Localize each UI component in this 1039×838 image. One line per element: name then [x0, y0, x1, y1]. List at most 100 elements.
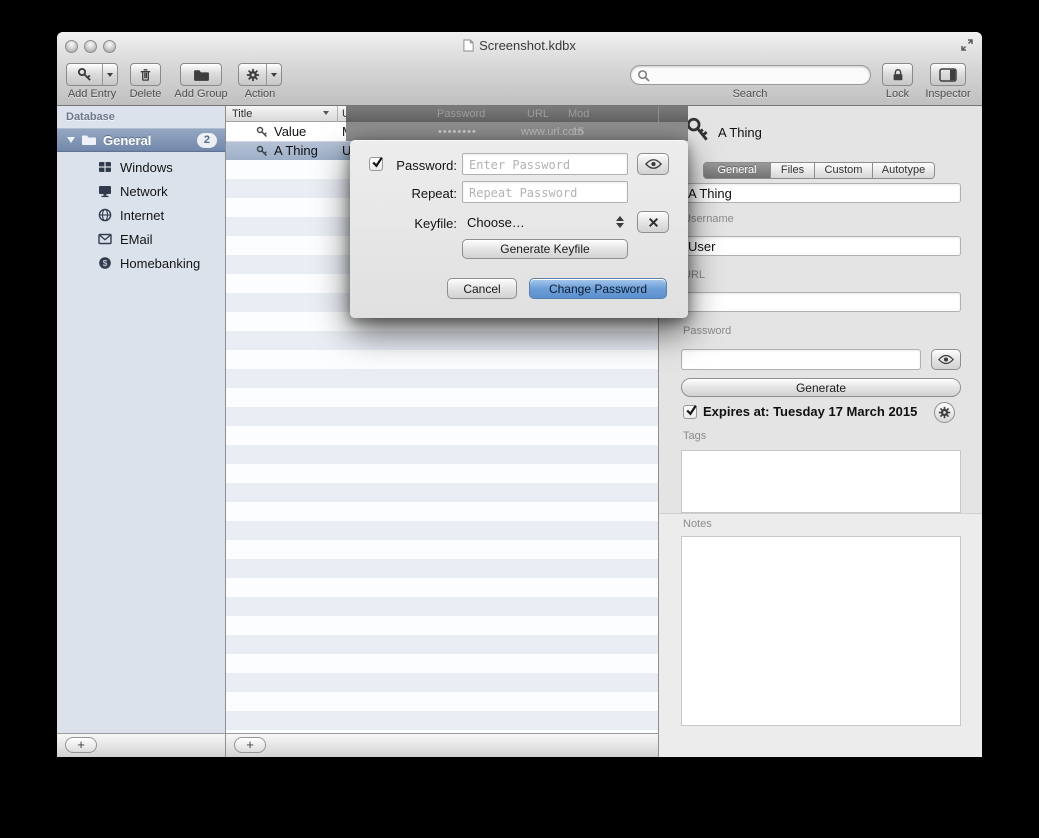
url-field[interactable]: [681, 292, 961, 312]
search-icon: [637, 69, 650, 82]
add-entry-dropdown[interactable]: [102, 64, 117, 85]
dialog-password-input[interactable]: [462, 153, 628, 175]
title-field[interactable]: [681, 183, 961, 203]
sidebar-item-label: Homebanking: [120, 256, 200, 271]
search-box[interactable]: [630, 65, 871, 85]
sidebar-item-homebanking[interactable]: $ Homebanking: [57, 251, 226, 275]
change-password-dialog: Password: Repeat: Keyfile: Choose… Gener…: [350, 140, 688, 318]
add-entry-button[interactable]: [66, 63, 118, 86]
password-label: Password: [683, 325, 731, 337]
dialog-repeat-input[interactable]: [462, 181, 628, 203]
tab-autotype[interactable]: Autotype: [872, 163, 934, 178]
eye-icon: [645, 158, 662, 170]
fullscreen-icon[interactable]: [960, 38, 974, 57]
username-label: Username: [683, 213, 734, 225]
tags-field[interactable]: [681, 450, 961, 513]
action-dropdown[interactable]: [266, 64, 281, 85]
column-header-modified: Mod: [568, 108, 589, 120]
sidebar-item-label: EMail: [120, 232, 153, 247]
internet-globe-icon: [98, 208, 112, 222]
dimmed-row-values: •••••••• www.url.com 15: [346, 122, 688, 141]
email-envelope-icon: [98, 233, 112, 245]
sidebar-section-header: Database: [66, 111, 115, 123]
dialog-keyfile-label: Keyfile:: [370, 216, 457, 231]
tab-general[interactable]: General: [704, 163, 770, 178]
keyfile-popup-button[interactable]: Choose…: [462, 211, 632, 233]
inspector-panel-icon: [939, 68, 957, 82]
cancel-button[interactable]: Cancel: [447, 278, 517, 299]
network-icon: [98, 184, 112, 198]
gear-icon: [938, 406, 951, 419]
key-icon: [685, 116, 711, 149]
disclosure-triangle-icon[interactable]: [67, 137, 75, 143]
sidebar-item-email[interactable]: EMail: [57, 227, 226, 251]
notes-label: Notes: [683, 518, 712, 530]
inspector-tabs: General Files Custom Autotype: [703, 162, 935, 179]
trash-icon: [138, 67, 153, 82]
inspector-button[interactable]: [930, 63, 966, 86]
add-group-plus-button[interactable]: +: [65, 737, 97, 753]
action-button[interactable]: [238, 63, 282, 86]
expires-label: Expires at: Tuesday 17 March 2015: [703, 404, 917, 419]
username-field[interactable]: [681, 236, 961, 256]
sidebar-item-network[interactable]: Network: [57, 179, 226, 203]
tab-custom[interactable]: Custom: [814, 163, 872, 178]
add-group-label: Add Group: [166, 88, 236, 101]
notes-field[interactable]: [681, 536, 961, 726]
gear-icon: [239, 64, 266, 85]
popup-stepper-icon: [616, 216, 624, 228]
dialog-repeat-label: Repeat:: [370, 186, 457, 201]
eye-icon: [938, 354, 954, 365]
svg-text:$: $: [103, 258, 108, 268]
key-icon: [67, 64, 102, 85]
folder-icon: [193, 68, 210, 82]
key-icon: [256, 145, 268, 157]
window-title-area: Screenshot.kdbx: [57, 38, 982, 54]
dimmed-column-headers: Password URL Mod: [346, 106, 688, 122]
sidebar-item-internet[interactable]: Internet: [57, 203, 226, 227]
folder-icon: [81, 134, 97, 146]
chevron-down-icon: [271, 73, 277, 77]
sidebar-list-divider[interactable]: [225, 106, 226, 757]
lock-icon: [891, 68, 905, 82]
sidebar-item-windows[interactable]: Windows: [57, 155, 226, 179]
delete-button[interactable]: [130, 63, 161, 86]
close-x-icon: [648, 217, 659, 228]
inspector-label: Inspector: [915, 88, 981, 101]
dialog-reveal-password-button[interactable]: [637, 153, 669, 175]
column-header-url: URL: [527, 108, 549, 120]
tags-label: Tags: [683, 430, 706, 442]
generate-password-button[interactable]: Generate: [681, 378, 961, 397]
column-header-title[interactable]: Title: [232, 108, 252, 120]
generate-keyfile-button[interactable]: Generate Keyfile: [462, 239, 628, 259]
add-group-button[interactable]: [180, 63, 222, 86]
change-password-button[interactable]: Change Password: [529, 278, 667, 299]
chevron-down-icon: [107, 73, 113, 77]
password-field[interactable]: [681, 349, 921, 370]
dialog-password-label: Password:: [370, 158, 457, 173]
lock-button[interactable]: [882, 63, 913, 86]
keyfile-popup-value: Choose…: [467, 215, 525, 230]
expires-settings-button[interactable]: [934, 402, 955, 423]
sidebar-group-general[interactable]: General 2: [57, 128, 226, 152]
clear-keyfile-button[interactable]: [637, 211, 669, 233]
window-title: Screenshot.kdbx: [479, 38, 576, 53]
inspector-entry-title: A Thing: [718, 125, 762, 140]
entry-modified: 15: [572, 126, 584, 138]
entry-title: Value: [274, 124, 306, 139]
add-entry-plus-button[interactable]: +: [234, 737, 266, 753]
homebanking-icon: $: [98, 256, 112, 270]
reveal-password-button[interactable]: [931, 349, 961, 370]
key-icon: [256, 126, 268, 138]
search-input[interactable]: [654, 68, 864, 82]
entry-password-dots: ••••••••: [438, 126, 477, 138]
tab-files[interactable]: Files: [770, 163, 814, 178]
expires-checkbox[interactable]: [683, 405, 697, 419]
sidebar-item-label: Network: [120, 184, 168, 199]
sidebar-item-label: Internet: [120, 208, 164, 223]
column-divider[interactable]: [337, 106, 338, 122]
windows-icon: [98, 160, 112, 174]
action-label: Action: [232, 88, 288, 101]
add-entry-label: Add Entry: [60, 88, 124, 101]
document-icon: [463, 39, 474, 52]
